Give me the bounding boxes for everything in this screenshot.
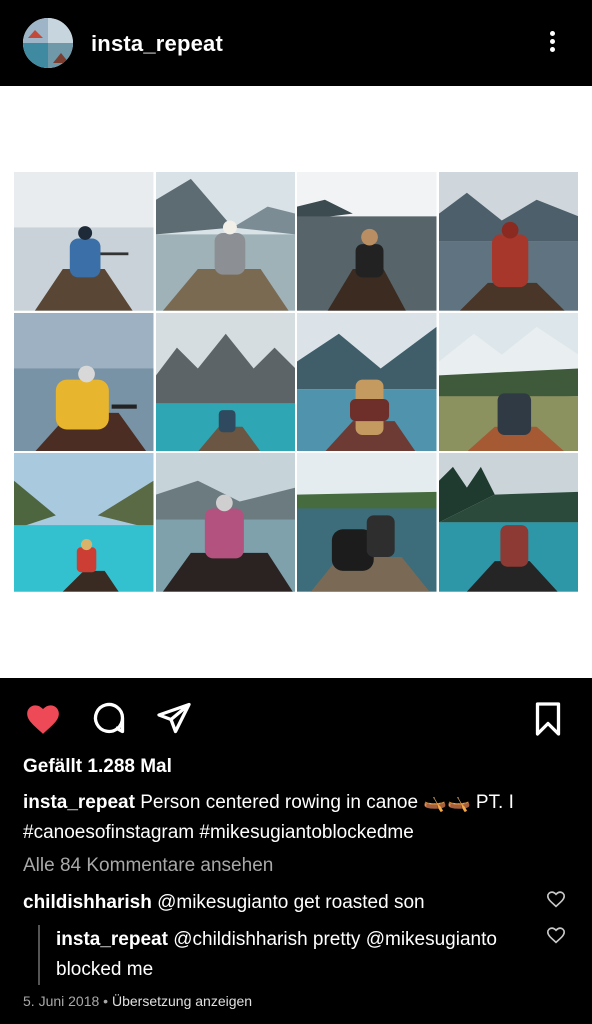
grid-photo [155, 312, 295, 452]
grid-photo [14, 312, 154, 452]
grid-photo [14, 172, 154, 311]
more-options-icon[interactable] [540, 28, 564, 60]
action-bar [0, 678, 592, 752]
view-all-comments-link[interactable]: Alle 84 Kommentare ansehen [23, 855, 273, 877]
reply-like-icon[interactable] [546, 926, 566, 944]
translate-link[interactable]: Übersetzung anzeigen [112, 993, 252, 1009]
grid-photo [155, 453, 295, 592]
grid-photo [438, 312, 578, 452]
grid-photo [297, 312, 437, 452]
grid-photo [297, 453, 437, 592]
post-footer: 5. Juni 2018 • Übersetzung anzeigen [23, 993, 252, 1009]
grid-photo [155, 172, 295, 311]
caption: insta_repeat Person centered rowing in c… [23, 788, 568, 848]
footer-separator: • [99, 993, 112, 1009]
reply: insta_repeat @childishharish pretty @mik… [56, 925, 516, 985]
comment-icon[interactable] [91, 700, 131, 740]
grid-photo [438, 172, 578, 311]
comment-like-icon[interactable] [546, 890, 566, 908]
heart-icon[interactable] [24, 700, 64, 740]
caption-username[interactable]: insta_repeat [23, 792, 135, 813]
share-icon[interactable] [155, 700, 195, 740]
likes-count[interactable]: Gefällt 1.288 Mal [23, 756, 172, 778]
avatar[interactable] [23, 18, 73, 68]
reply-username[interactable]: insta_repeat [56, 929, 168, 950]
grid-photo [14, 453, 154, 592]
comment: childishharish @mikesugianto get roasted… [23, 888, 533, 918]
grid-photo [438, 453, 578, 592]
reply-thread-line [38, 925, 40, 985]
post-header: insta_repeat [0, 0, 592, 86]
post-image[interactable] [0, 86, 592, 678]
comment-text: @mikesugianto get roasted son [157, 892, 425, 913]
bookmark-icon[interactable] [530, 700, 570, 740]
photo-grid [14, 172, 578, 592]
grid-photo [297, 172, 437, 311]
post-date: 5. Juni 2018 [23, 993, 100, 1009]
header-username[interactable]: insta_repeat [91, 31, 223, 57]
comment-username[interactable]: childishharish [23, 892, 152, 913]
